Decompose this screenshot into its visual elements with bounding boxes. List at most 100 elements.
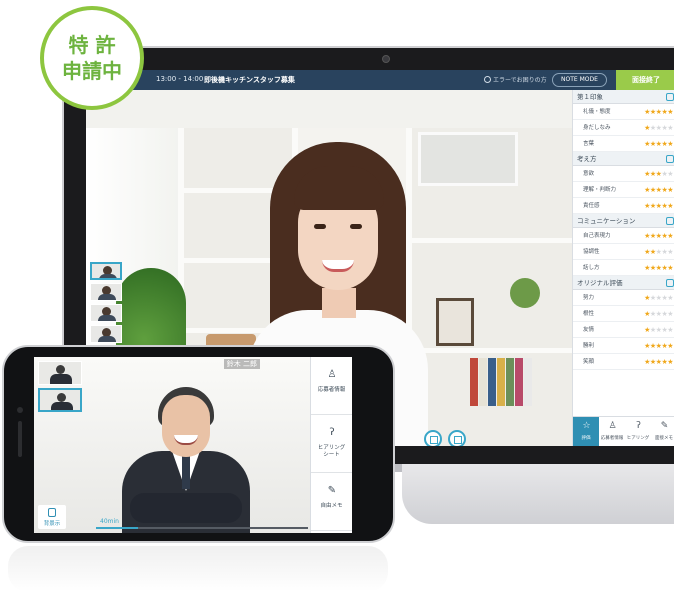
evaluation-section-header: 考え方	[573, 152, 674, 166]
phone-camera-icon	[17, 407, 23, 413]
star-rating[interactable]: ★★★★★	[644, 322, 673, 338]
phone-side-button[interactable]: ♙ 応募者情報	[311, 357, 352, 415]
star-rating[interactable]: ★★★★★	[644, 228, 673, 244]
panel-tab[interactable]: ʔ ヒアリング	[625, 417, 651, 446]
star-rating[interactable]: ★★★★★	[644, 244, 673, 260]
edit-icon[interactable]	[666, 93, 674, 101]
phone-side-button[interactable]: ✎ 自由メモ	[311, 473, 352, 531]
edit-icon[interactable]	[666, 217, 674, 225]
video-bg-tv	[418, 132, 518, 186]
evaluation-criterion-label: 勝利	[583, 343, 595, 349]
person-icon: ♙	[608, 421, 617, 431]
edit-icon[interactable]	[666, 279, 674, 287]
evaluation-row: 勝利 ★★★★★	[573, 338, 674, 354]
phone-screen: 鈴木 二郎 背景示 40min ♙ 応募者情報 ʔ ヒアリング シート ✎ 自由メモ	[34, 357, 352, 533]
webcam-icon	[382, 55, 390, 63]
star-icon[interactable]: ★	[667, 358, 673, 366]
star-icon[interactable]: ★	[667, 186, 673, 194]
phone-side-menu: ♙ 応募者情報 ʔ ヒアリング シート ✎ 自由メモ	[310, 357, 352, 533]
star-rating[interactable]: ★★★★★	[644, 104, 673, 120]
star-icon[interactable]: ★	[667, 140, 673, 148]
star-icon[interactable]: ★	[667, 202, 673, 210]
participant-thumbnail[interactable]	[90, 304, 122, 322]
document-button[interactable]	[448, 430, 466, 446]
edit-icon[interactable]	[666, 155, 674, 163]
evaluation-criterion-label: 理解・判断力	[583, 187, 617, 193]
evaluation-row: 意欲 ★★★★★	[573, 166, 674, 182]
elapsed-timer: 40min	[100, 518, 119, 525]
job-title: 即後機キッチンスタッフ募集	[204, 76, 295, 84]
help-icon	[484, 76, 491, 83]
star-icon[interactable]: ★	[667, 232, 673, 240]
participant-thumbnail[interactable]	[90, 283, 122, 301]
participant-thumbnail[interactable]	[38, 361, 82, 385]
evaluation-criterion-label: 言葉	[583, 141, 595, 147]
background-toggle-button[interactable]: 背景示	[38, 505, 66, 529]
phone-side-button-label: ヒアリング シート	[317, 445, 346, 458]
progress-bar	[96, 527, 308, 529]
end-interview-button[interactable]: 面接終了	[616, 70, 674, 90]
participant-thumbnail[interactable]	[90, 325, 122, 343]
star-rating[interactable]: ★★★★★	[644, 290, 673, 306]
evaluation-row: 理解・判断力 ★★★★★	[573, 182, 674, 198]
evaluation-row: 笑顔 ★★★★★	[573, 354, 674, 370]
evaluation-criterion-label: 身だしなみ	[583, 125, 611, 131]
star-icon[interactable]: ★	[667, 342, 673, 350]
evaluation-sections: 第１印象 礼儀・態度 ★★★★★ 身だしなみ ★★★★★ 言葉 ★★★★★ 考え方 意欲 ★★★★…	[573, 90, 674, 370]
evaluation-section-title: コミュニケーション	[577, 217, 636, 225]
evaluation-criterion-label: 意欲	[583, 171, 595, 177]
evaluation-row: 礼儀・態度 ★★★★★	[573, 104, 674, 120]
badge-line1: 特 許	[68, 33, 116, 57]
evaluation-row: 身だしなみ ★★★★★	[573, 120, 674, 136]
phone-side-button-label: 自由メモ	[320, 503, 343, 509]
ear-icon: ʔ	[329, 427, 335, 438]
star-rating[interactable]: ★★★★★	[644, 120, 673, 136]
star-rating[interactable]: ★★★★★	[644, 306, 673, 322]
evaluation-section-title: オリジナル評価	[577, 279, 623, 287]
phone-side-button[interactable]: ʔ ヒアリング シート	[311, 415, 352, 473]
star-rating[interactable]: ★★★★★	[644, 198, 673, 214]
star-rating[interactable]: ★★★★★	[644, 260, 673, 276]
interview-time: 13:00 - 14:00	[156, 75, 204, 83]
panel-tab-label: ヒアリング	[626, 436, 650, 441]
evaluation-criterion-label: 根性	[583, 311, 595, 317]
panel-tab[interactable]: ☆ 評価	[573, 417, 599, 446]
star-icon[interactable]: ★	[667, 310, 673, 318]
video-bg-plant-small	[510, 278, 540, 308]
error-help-link[interactable]: エラーでお困りの方	[484, 75, 547, 84]
star-rating[interactable]: ★★★★★	[644, 354, 673, 370]
star-rating[interactable]: ★★★★★	[644, 136, 673, 152]
error-help-label: エラーでお困りの方	[493, 77, 547, 84]
camera-switch-button[interactable]	[424, 430, 442, 446]
evaluation-criterion-label: 努力	[583, 295, 595, 301]
badge-line2: 申請中	[62, 59, 122, 83]
panel-tab[interactable]: ✎ 面接メモ	[651, 417, 674, 446]
star-rating[interactable]: ★★★★★	[644, 182, 673, 198]
star-icon[interactable]: ★	[667, 108, 673, 116]
star-icon[interactable]: ★	[667, 170, 673, 178]
panel-tab-label: 応募者情報	[600, 436, 624, 441]
panel-tab[interactable]: ♙ 応募者情報	[599, 417, 625, 446]
star-icon[interactable]: ★	[667, 264, 673, 272]
evaluation-row: 努力 ★★★★★	[573, 290, 674, 306]
star-rating[interactable]: ★★★★★	[644, 338, 673, 354]
evaluation-section-header: 第１印象	[573, 90, 674, 104]
star-icon[interactable]: ★	[667, 124, 673, 132]
smartphone: 鈴木 二郎 背景示 40min ♙ 応募者情報 ʔ ヒアリング シート ✎ 自由メモ	[2, 345, 395, 543]
evaluation-row: 協調性 ★★★★★	[573, 244, 674, 260]
participant-thumbnail[interactable]	[90, 262, 122, 280]
star-icon[interactable]: ★	[667, 294, 673, 302]
star-icon[interactable]: ★	[667, 248, 673, 256]
note-mode-button[interactable]: NOTE MODE	[552, 73, 607, 87]
panel-tabbar: ☆ 評価 ♙ 応募者情報 ʔ ヒアリング ✎ 面接メモ	[573, 416, 674, 446]
star-icon[interactable]: ★	[667, 326, 673, 334]
video-bg-frame	[436, 298, 474, 346]
participant-thumbnail[interactable]	[38, 388, 82, 412]
memo-icon: ✎	[327, 485, 337, 496]
phone-side-button-label: 応募者情報	[317, 387, 346, 393]
star-rating[interactable]: ★★★★★	[644, 166, 673, 182]
phone-speaker	[18, 421, 22, 457]
evaluation-section-title: 考え方	[577, 155, 597, 163]
star-icon: ☆	[582, 421, 591, 431]
evaluation-section-header: コミュニケーション	[573, 214, 674, 228]
